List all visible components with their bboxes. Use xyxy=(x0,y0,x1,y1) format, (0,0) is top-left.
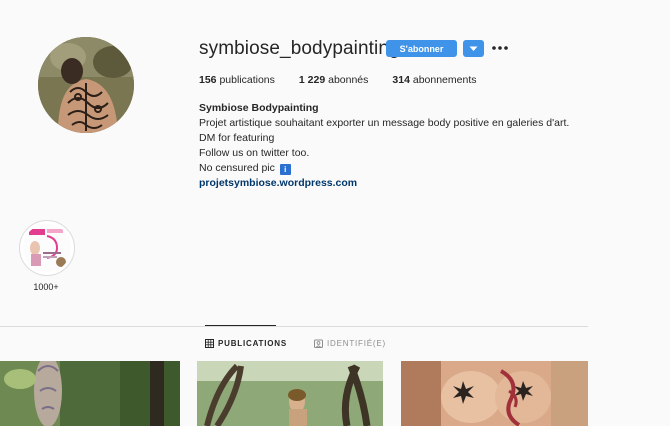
tab-publications[interactable]: PUBLICATIONS xyxy=(205,339,287,348)
chevron-down-icon xyxy=(469,46,478,51)
grid-icon xyxy=(205,339,214,348)
posts-count: 156 xyxy=(199,74,217,86)
follow-button[interactable]: S'abonner xyxy=(386,40,457,57)
followers-label: abonnés xyxy=(325,74,369,86)
bio-line: DM for featuring xyxy=(199,132,275,144)
tab-tagged[interactable]: IDENTIFIÉ(E) xyxy=(314,339,386,348)
tag-icon xyxy=(314,339,323,348)
profile-avatar[interactable] xyxy=(38,37,134,133)
profile-full-name: Symbiose Bodypainting xyxy=(199,102,319,114)
highlight-label: 1000+ xyxy=(33,282,59,292)
posts-label: publications xyxy=(216,74,275,86)
profile-bio: Symbiose Bodypainting Projet artistique … xyxy=(199,101,579,191)
following-count: 314 xyxy=(392,74,410,86)
active-tab-indicator xyxy=(205,325,276,326)
more-options-button[interactable] xyxy=(491,41,509,55)
bio-line: No censured pic xyxy=(199,162,275,174)
followers-count: 1 229 xyxy=(298,74,326,86)
tab-label: PUBLICATIONS xyxy=(218,339,288,348)
profile-website-link[interactable]: projetsymbiose.wordpress.com xyxy=(199,176,579,191)
post-thumbnail[interactable] xyxy=(0,361,180,426)
following-stat[interactable]: 314 abonnements xyxy=(392,74,476,86)
highlight-cover xyxy=(23,224,71,272)
bio-line: Projet artistique souhaitant exporter un… xyxy=(199,117,570,129)
following-label: abonnements xyxy=(409,74,477,86)
tab-label: IDENTIFIÉ(E) xyxy=(327,339,386,348)
profile-stats: 156 publications 1 229 abonnés 314 abonn… xyxy=(199,74,501,86)
profile-username: symbiose_bodypainting xyxy=(199,38,400,59)
bio-line: Follow us on twitter too. xyxy=(199,147,310,159)
posts-stat: 156 publications xyxy=(199,74,275,86)
post-thumbnail[interactable] xyxy=(197,361,383,426)
info-icon: i xyxy=(279,164,291,175)
bio-line-with-badge: No censured pic i xyxy=(199,161,579,176)
suggestions-dropdown-button[interactable] xyxy=(463,40,484,57)
followers-stat[interactable]: 1 229 abonnés xyxy=(299,74,369,86)
tabs-divider xyxy=(0,326,588,327)
more-horizontal-icon xyxy=(492,46,508,50)
post-thumbnail[interactable] xyxy=(401,361,588,426)
story-highlight[interactable] xyxy=(19,220,75,276)
